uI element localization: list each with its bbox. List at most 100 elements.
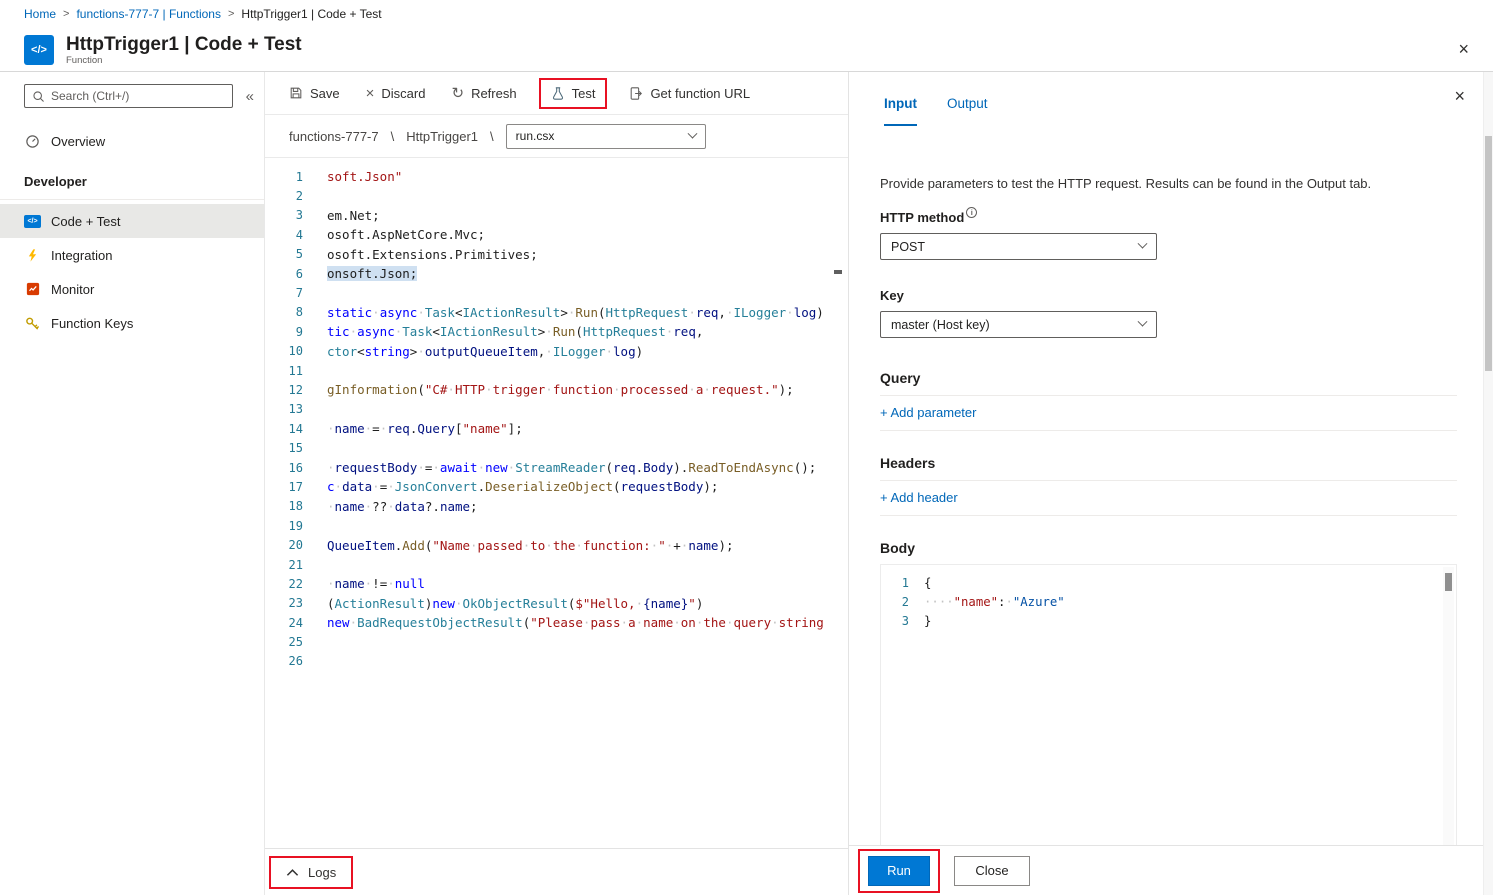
line-number: 21 <box>265 558 303 572</box>
run-button-callout: Run <box>858 849 940 893</box>
close-button[interactable]: Close <box>954 856 1030 886</box>
line-number: 11 <box>265 364 303 378</box>
key-label: Key <box>880 288 1457 303</box>
refresh-button[interactable]: ↻ Refresh <box>451 86 516 101</box>
discard-button[interactable]: × Discard <box>366 86 426 101</box>
code-line: 14·name·=·req.Query["name"]; <box>265 419 848 438</box>
code-line: 21 <box>265 555 848 574</box>
logs-bar: Logs <box>265 848 848 895</box>
body-editor-scrollbar[interactable] <box>1443 567 1454 845</box>
search-box[interactable] <box>24 84 233 108</box>
get-function-url-button[interactable]: Get function URL <box>629 86 750 101</box>
sidebar-item-overview[interactable]: Overview <box>0 124 264 158</box>
logs-toggle[interactable]: Logs <box>308 865 336 880</box>
overview-icon <box>24 134 41 149</box>
key-label-text: Key <box>880 288 904 303</box>
chevron-down-icon <box>1138 239 1148 249</box>
code-line: 8static·async·Task<IActionResult>·Run(Ht… <box>265 303 848 322</box>
scrollbar-marker <box>834 270 842 274</box>
tab-input[interactable]: Input <box>884 96 917 126</box>
file-select-value: run.csx <box>516 129 555 143</box>
add-header-link[interactable]: + Add header <box>880 490 958 505</box>
code-line: 3em.Net; <box>265 206 848 225</box>
code-line: 22·name·!=·null <box>265 574 848 593</box>
test-button-callout: Test <box>539 78 608 109</box>
query-section-label: Query <box>880 370 1457 386</box>
tab-output[interactable]: Output <box>947 96 988 126</box>
code-line: 16·requestBody·=·await·new·StreamReader(… <box>265 458 848 477</box>
body-editor[interactable]: 1{2····"name":·"Azure"3} <box>880 564 1457 845</box>
test-label: Test <box>572 86 596 101</box>
sidebar-item-integration[interactable]: Integration <box>0 238 264 272</box>
code-line: 9 tic·async·Task<IActionResult>·Run(HttpR… <box>265 322 848 341</box>
editor-scrollbar[interactable] <box>834 158 848 848</box>
panel-tabs: Input Output × <box>849 72 1483 126</box>
code-line: 12gInformation("C#·HTTP·trigger·function… <box>265 380 848 399</box>
path-separator: \ <box>490 129 494 144</box>
breadcrumb-link[interactable]: Home <box>24 7 56 21</box>
search-icon <box>32 90 45 103</box>
code-text: new·BadRequestObjectResult("Please·pass·… <box>327 615 824 630</box>
chevron-down-icon <box>687 128 697 138</box>
run-button[interactable]: Run <box>868 856 930 886</box>
search-input[interactable] <box>51 89 225 103</box>
sidebar-item-label: Integration <box>51 248 112 263</box>
code-editor[interactable]: 1soft.Json"23em.Net;4osoft.AspNetCore.Mv… <box>265 158 848 848</box>
scrollbar-thumb[interactable] <box>1485 136 1492 371</box>
http-method-label: HTTP method i <box>880 210 1457 225</box>
scrollbar-thumb[interactable] <box>1445 573 1452 591</box>
editor-path-bar: functions-777-7 \ HttpTrigger1 \ run.csx <box>265 115 848 158</box>
code-text: em.Net; <box>327 208 380 223</box>
line-number: 4 <box>265 228 303 242</box>
line-number: 16 <box>265 461 303 475</box>
sidebar-item-monitor[interactable]: Monitor <box>0 272 264 306</box>
sidebar-item-code-test[interactable]: </> Code + Test <box>0 204 264 238</box>
close-icon[interactable]: × <box>1454 39 1473 60</box>
editor-toolbar: Save × Discard ↻ Refresh Test <box>265 72 848 115</box>
http-method-select[interactable]: POST <box>880 233 1157 260</box>
line-number: 17 <box>265 480 303 494</box>
sidebar-item-function-keys[interactable]: Function Keys <box>0 306 264 340</box>
code-text: ····"name":·"Azure" <box>924 595 1065 609</box>
line-number: 1 <box>265 170 303 184</box>
close-icon[interactable]: × <box>1450 86 1469 107</box>
refresh-icon: ↻ <box>451 86 464 101</box>
path-function: HttpTrigger1 <box>406 129 478 144</box>
page-title: HttpTrigger1 | Code + Test <box>66 34 302 55</box>
code-text: static·async·Task<IActionResult>·Run(Htt… <box>327 305 824 320</box>
breadcrumb-current: HttpTrigger1 | Code + Test <box>241 7 381 21</box>
code-text: soft.Json" <box>327 169 402 184</box>
breadcrumb-separator: > <box>63 8 69 20</box>
line-number: 3 <box>881 614 909 628</box>
code-text: } <box>924 614 931 628</box>
save-button[interactable]: Save <box>289 86 340 101</box>
line-number: 9 <box>265 325 303 339</box>
test-button[interactable]: Test <box>551 86 596 101</box>
page-scrollbar[interactable] <box>1483 72 1493 895</box>
code-text: QueueItem.Add("Name·passed·to·the·functi… <box>327 538 734 553</box>
add-parameter-link[interactable]: + Add parameter <box>880 405 976 420</box>
code-text: gInformation("C#·HTTP·trigger·function·p… <box>327 382 794 397</box>
code-text: tic·async·Task<IActionResult>·Run(HttpRe… <box>327 324 703 339</box>
headers-section-label: Headers <box>880 455 1457 471</box>
file-select[interactable]: run.csx <box>506 124 706 149</box>
logs-callout: Logs <box>269 856 353 889</box>
line-number: 10 <box>265 344 303 358</box>
panel-description: Provide parameters to test the HTTP requ… <box>880 176 1457 191</box>
line-number: 20 <box>265 538 303 552</box>
add-header-row: + Add header <box>880 481 1457 515</box>
code-line: 18·name·??·data?.name; <box>265 497 848 516</box>
collapse-sidebar-icon[interactable]: « <box>242 88 258 105</box>
line-number: 1 <box>881 576 909 590</box>
line-number: 7 <box>265 286 303 300</box>
line-number: 19 <box>265 519 303 533</box>
code-line: 1 soft.Json" <box>265 167 848 186</box>
breadcrumb-link[interactable]: functions-777-7 | Functions <box>76 7 221 21</box>
code-line: 4osoft.AspNetCore.Mvc; <box>265 225 848 244</box>
code-line: 11 <box>265 361 848 380</box>
key-select[interactable]: master (Host key) <box>880 311 1157 338</box>
line-number: 25 <box>265 635 303 649</box>
path-separator: \ <box>391 129 395 144</box>
discard-icon: × <box>366 86 375 101</box>
discard-label: Discard <box>381 86 425 101</box>
